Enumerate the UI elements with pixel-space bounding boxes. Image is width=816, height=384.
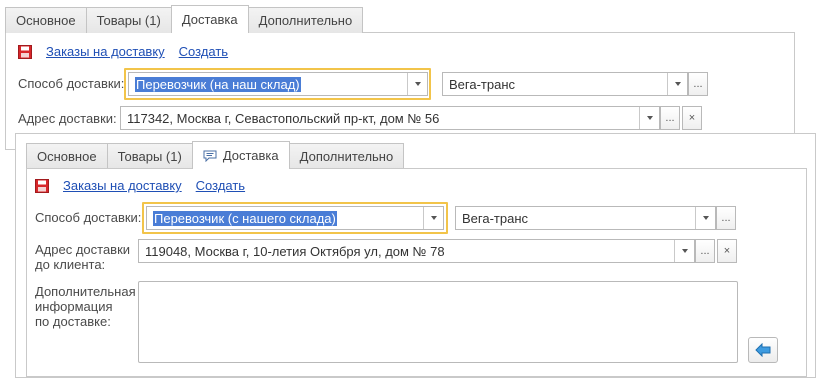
delivery-method-value: Перевозчик (на наш склад) <box>135 76 301 92</box>
extra-info-textarea[interactable] <box>138 281 738 363</box>
tab-goods[interactable]: Товары (1) <box>106 143 193 169</box>
carrier-select-button[interactable]: ... <box>688 72 708 96</box>
clear-icon[interactable]: × <box>717 239 737 263</box>
extra-info-label: Дополнительная информация по доставке: <box>35 284 136 329</box>
delivery-method-select[interactable]: Перевозчик (на наш склад) <box>128 72 428 96</box>
tab-main[interactable]: Основное <box>26 143 108 169</box>
tab-goods[interactable]: Товары (1) <box>85 7 172 33</box>
chevron-down-icon[interactable] <box>639 107 659 129</box>
address-value: 119048, Москва г, 10-летия Октября ул, д… <box>145 243 445 259</box>
chevron-down-icon[interactable] <box>695 207 715 229</box>
tab-additional[interactable]: Дополнительно <box>288 143 405 169</box>
front-tabs: Основное Товары (1) Доставка Дополнитель… <box>26 141 405 169</box>
orders-link[interactable]: Заказы на доставку <box>63 178 182 193</box>
clear-icon[interactable]: × <box>682 106 702 130</box>
address-select-button[interactable]: ... <box>660 106 680 130</box>
create-link[interactable]: Создать <box>179 44 228 59</box>
carrier-value: Вега-транс <box>462 210 529 226</box>
tab-main[interactable]: Основное <box>5 7 87 33</box>
orders-link[interactable]: Заказы на доставку <box>46 44 165 59</box>
address-label-line1: Адрес доставки <box>35 242 131 257</box>
chevron-down-icon[interactable] <box>423 207 443 229</box>
back-form: Основное Товары (1) Доставка Дополнитель… <box>0 0 798 150</box>
carrier-value: Вега-транс <box>449 76 516 92</box>
carrier-field[interactable]: Вега-транс <box>442 72 688 96</box>
front-command-bar: Заказы на доставку Создать <box>35 178 259 193</box>
address-label: Адрес доставки до клиента: <box>35 242 130 272</box>
chevron-down-icon[interactable] <box>674 240 694 262</box>
address-label-line2: до клиента: <box>35 257 106 272</box>
delivery-method-select[interactable]: Перевозчик (с нашего склада) <box>146 206 444 230</box>
back-command-bar: Заказы на доставку Создать <box>18 44 242 59</box>
transfer-button[interactable] <box>748 337 778 363</box>
tab-delivery[interactable]: Доставка <box>170 5 249 33</box>
address-label: Адрес доставки: <box>18 111 117 126</box>
address-select-button[interactable]: ... <box>695 239 715 263</box>
tab-additional[interactable]: Дополнительно <box>247 7 364 33</box>
delivery-method-label: Способ доставки: <box>35 210 142 225</box>
address-field[interactable]: 119048, Москва г, 10-летия Октября ул, д… <box>138 239 695 263</box>
delivery-method-label: Способ доставки: <box>18 76 125 91</box>
address-value: 117342, Москва г, Севастопольский пр-кт,… <box>127 110 440 126</box>
back-tabs: Основное Товары (1) Доставка Дополнитель… <box>5 5 364 33</box>
extra-info-label-line3: по доставке: <box>35 314 111 329</box>
create-link[interactable]: Создать <box>196 178 245 193</box>
delivery-method-value: Перевозчик (с нашего склада) <box>153 210 337 226</box>
front-form: Основное Товары (1) Доставка Дополнитель… <box>15 133 816 384</box>
chevron-down-icon[interactable] <box>407 73 427 95</box>
carrier-select-button[interactable]: ... <box>716 206 736 230</box>
comment-icon <box>203 150 217 162</box>
arrow-left-icon <box>755 343 771 357</box>
tab-delivery-label: Доставка <box>222 148 279 163</box>
save-icon[interactable] <box>18 44 32 59</box>
address-field[interactable]: 117342, Москва г, Севастопольский пр-кт,… <box>120 106 660 130</box>
extra-info-label-line2: информация <box>35 299 113 314</box>
save-icon[interactable] <box>35 178 49 193</box>
carrier-field[interactable]: Вега-транс <box>455 206 716 230</box>
tab-delivery[interactable]: Доставка <box>191 141 290 169</box>
chevron-down-icon[interactable] <box>667 73 687 95</box>
extra-info-label-line1: Дополнительная <box>35 284 136 299</box>
